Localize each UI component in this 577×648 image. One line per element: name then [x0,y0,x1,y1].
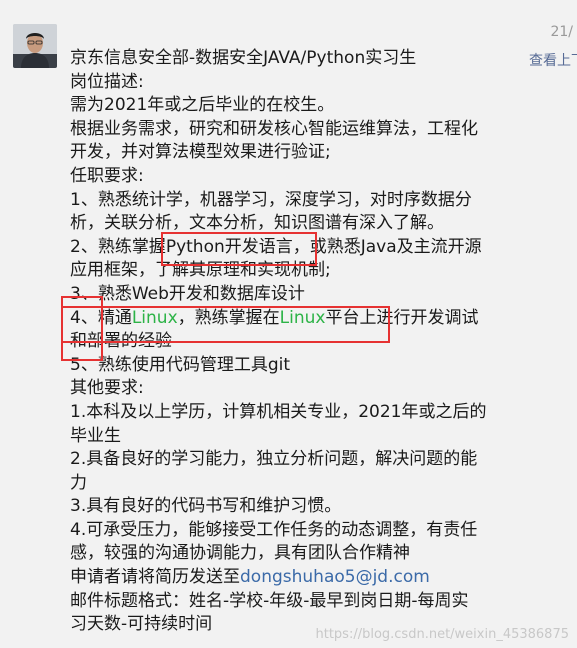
apply-line: 申请者请将简历发送至dongshuhao5@jd.com [70,566,570,590]
message-title: 京东信息安全部-数据安全JAVA/Python实习生 [70,48,417,68]
linux-keyword: Linux [279,307,326,328]
message-line: 毕业生 [70,425,121,446]
message-line: 需为2021年或之后毕业的在校生。 [70,95,335,116]
message-line: 2、熟练掌握Python开发语言，或熟悉Java及主流开源 [70,236,482,257]
message-line: 邮件标题格式：姓名-学校-年级-最早到岗日期-每周实 [70,590,469,611]
linux-line-prefix: 4、精通 [70,307,132,328]
message-line: 力 [70,472,87,493]
message-line: 岗位描述: [70,71,144,92]
message-line: 1、熟悉统计学，机器学习，深度学习，对时序数据分 [70,189,472,210]
message-line: 开发，并对算法模型效果进行验证; [70,142,331,163]
message-timestamp: 21/ [550,24,573,40]
apply-prefix: 申请者请将简历发送至 [70,567,240,588]
message-line: 4.可承受压力，能够接受工作任务的动态调整，有责任 [70,519,478,540]
person-avatar-icon [13,24,57,68]
avatar[interactable] [13,24,57,68]
message-line: 5、熟练使用代码管理工具git [70,354,290,375]
message-line: 3、熟悉Web开发和数据库设计 [70,283,305,304]
message-line: 2.具备良好的学习能力，独立分析问题，解决问题的能 [70,449,478,470]
message-line: 根据业务需求，研究和研发核心智能运维算法，工程化 [70,118,478,139]
linux-line-suffix: 平台上进行开发调试 [325,307,479,328]
message-line: 其他要求: [70,378,144,399]
message-line: 应用框架，了解其原理和实现机制; [70,260,331,281]
message-line: 析，关联分析，文本分析，知识图谱有深入了解。 [70,213,444,234]
linux-line-middle: ，熟练掌握在 [177,307,280,328]
message-line: 1.本科及以上学历，计算机相关专业，2021年或之后的 [70,401,487,422]
message-line: 感，较强的沟通协调能力，具有团队合作精神 [70,543,410,564]
chat-message-view: 21/ 查看上下 京东信息安全部-数据安全JAVA/Python实习生 岗位描述… [0,0,577,648]
message-line: 任职要求: [70,165,144,186]
message-line: 3.具有良好的代码书写和维护习惯。 [70,496,342,517]
message-body: 京东信息安全部-数据安全JAVA/Python实习生 岗位描述: 需为2021年… [70,47,570,637]
linux-keyword: Linux [131,307,178,328]
watermark: https://blog.csdn.net/weixin_45386875 [315,627,569,642]
email-link[interactable]: dongshuhao5@jd.com [240,567,430,587]
message-line: 和部署的经验 [70,331,172,352]
requirement-linux-line: 4、精通Linux，熟练掌握在Linux平台上进行开发调试 [70,307,570,331]
